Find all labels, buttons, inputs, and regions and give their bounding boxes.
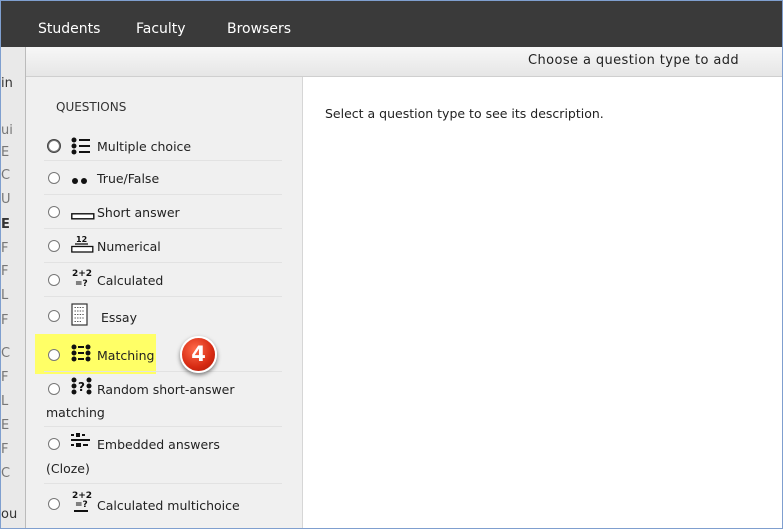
radio-cloze[interactable] [48,438,60,450]
questions-heading: QUESTIONS [56,100,127,114]
matching-icon [71,344,91,365]
nav-students[interactable]: Students [38,21,100,37]
option-label: Numerical [97,239,161,254]
background-fragment: E [1,145,10,160]
true-false-icon [71,173,91,188]
option-label-continued: (Cloze) [46,461,90,476]
calculated-icon: 2+2 =? [71,267,95,292]
radio-calculated-multichoice[interactable] [48,498,60,510]
question-type-list: QUESTIONS Multiple choice True/False Sho… [26,77,303,528]
background-fragment: in [1,76,13,91]
background-page-strip: in ui E C U E F F L F C F L E F C ou [1,47,25,528]
calculated-multichoice-icon: 2+2 =? [71,488,95,519]
background-fragment: C [1,168,11,183]
screenshot-frame: Students Faculty Browsers in ui E C U E … [0,0,783,529]
radio-numerical[interactable] [48,240,60,252]
option-label: True/False [97,171,160,186]
option-label: Matching [97,348,155,363]
top-navigation-bar: Students Faculty Browsers [1,1,782,47]
option-numerical[interactable]: 12 Numerical [44,229,282,263]
cloze-icon [71,433,91,452]
step-number-badge: 4 [180,336,217,373]
radio-random-matching[interactable] [48,383,60,395]
background-fragment: L [1,288,9,303]
question-type-description: Select a question type to see its descri… [325,106,604,121]
dialog-titlebar: Choose a question type to add [26,47,782,77]
option-label: Multiple choice [97,139,192,154]
background-fragment: U [1,192,11,207]
option-label: Random short-answer [97,382,235,397]
radio-essay[interactable] [48,310,60,322]
random-matching-icon-text: ? [78,380,85,394]
option-embedded-answers-cloze[interactable]: Embedded answers (Cloze) [44,427,282,484]
background-fragment: E [1,217,10,232]
radio-multiple-choice[interactable] [48,140,60,152]
background-fragment: F [1,264,9,279]
option-label: Embedded answers [97,437,220,452]
short-answer-icon [71,208,95,223]
option-matching[interactable]: Matching [44,338,282,372]
multiple-choice-icon [71,137,91,158]
option-label: Calculated multichoice [97,498,240,513]
question-type-dialog: Choose a question type to add QUESTIONS … [25,47,782,528]
numerical-icon-text: 12 [76,235,87,244]
option-calculated[interactable]: 2+2 =? Calculated [44,263,282,297]
background-fragment: L [1,394,9,409]
option-label-continued: matching [46,405,105,420]
background-fragment: ui [1,123,13,138]
nav-browsers[interactable]: Browsers [227,21,291,37]
background-fragment: C [1,346,11,361]
option-label: Essay [101,310,137,325]
nav-faculty[interactable]: Faculty [136,21,186,37]
radio-calculated[interactable] [48,274,60,286]
background-fragment: ou [1,507,18,522]
background-fragment: F [1,313,9,328]
background-fragment: E [1,418,10,433]
radio-true-false[interactable] [48,172,60,184]
option-short-answer[interactable]: Short answer [44,195,282,229]
radio-short-answer[interactable] [48,206,60,218]
option-random-short-answer-matching[interactable]: ? Random short-answer matching [44,372,282,427]
option-label: Calculated [97,273,164,288]
option-essay[interactable]: Essay [44,297,282,335]
essay-icon [71,303,89,330]
numerical-icon: 12 [71,234,95,257]
option-true-false[interactable]: True/False [44,161,282,195]
option-calculated-multichoice[interactable]: 2+2 =? Calculated multichoice [44,485,282,525]
calculated-icon-text: =? [75,279,88,289]
background-fragment: C [1,466,11,481]
background-fragment: F [1,370,9,385]
calculated-icon-text: 2+2 [72,269,92,279]
calc-multi-icon-text: =? [75,500,88,510]
option-multiple-choice[interactable]: Multiple choice [44,132,282,161]
background-fragment: F [1,442,9,457]
radio-matching[interactable] [48,349,60,361]
background-fragment: F [1,241,9,256]
option-label: Short answer [97,205,180,220]
random-matching-icon: ? [71,377,93,398]
dialog-title: Choose a question type to add [528,53,739,68]
